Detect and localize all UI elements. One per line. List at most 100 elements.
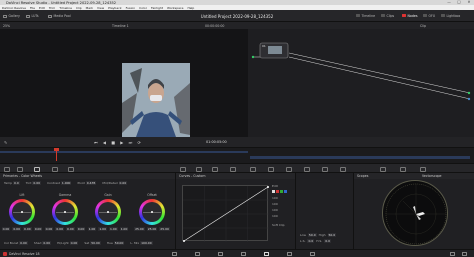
home-icon[interactable]	[450, 252, 455, 256]
menu-item[interactable]: Trim	[49, 6, 55, 10]
curve-graph[interactable]	[182, 185, 269, 242]
rgb-mixer-icon[interactable]	[52, 166, 58, 172]
menu-item[interactable]: Workspace	[167, 6, 183, 10]
param-value[interactable]: 0.435	[85, 181, 97, 185]
param-bottom-params[interactable]: L. Mix 100.00	[130, 241, 153, 245]
high-value[interactable]: 50.0	[327, 233, 337, 237]
menu-item[interactable]: File	[30, 6, 35, 10]
curve-val-1[interactable]: 100	[272, 196, 292, 200]
curve-val-2[interactable]: 100	[272, 202, 292, 206]
menu-item[interactable]: Timeline	[59, 6, 72, 10]
menu-item[interactable]: Edit	[39, 6, 45, 10]
param-value[interactable]: 50.00	[90, 241, 101, 245]
param-value[interactable]: 0.00	[69, 241, 79, 245]
camera-raw-icon[interactable]	[4, 166, 10, 172]
param-top-params[interactable]: Pivot 0.435	[77, 181, 97, 185]
qualifier-icon[interactable]	[212, 166, 218, 172]
ls-value[interactable]: 0.0	[307, 239, 315, 243]
menu-item[interactable]: Mark	[86, 6, 93, 10]
clips-toggle[interactable]: Clips	[381, 14, 394, 18]
gallery-toggle[interactable]: Gallery	[3, 14, 20, 18]
param-bottom-params[interactable]: Shad 0.00	[34, 241, 52, 245]
hs-value[interactable]: 0.0	[324, 239, 332, 243]
timeline-toggle[interactable]: Timeline	[356, 14, 375, 18]
menu-item[interactable]: Clip	[76, 6, 82, 10]
scopes-icon[interactable]	[400, 166, 406, 172]
color-match-icon[interactable]	[17, 166, 23, 172]
wheel-offset[interactable]: Offset 25.00 25.00 25.00	[132, 193, 172, 231]
curve-val-3[interactable]: 100	[272, 208, 292, 212]
menu-item[interactable]: View	[97, 6, 104, 10]
param-top-params[interactable]: Mid/Detail 0.00	[102, 181, 128, 185]
settings-icon[interactable]	[462, 252, 467, 256]
cut-page-icon[interactable]	[195, 252, 200, 256]
param-bottom-params[interactable]: Hi/Light 0.00	[57, 241, 79, 245]
param-value[interactable]: 0.00	[42, 241, 52, 245]
sizing-icon[interactable]	[322, 166, 328, 172]
curves-icon[interactable]	[180, 166, 186, 172]
ofx-toggle[interactable]: OFX	[423, 14, 435, 18]
param-top-params[interactable]: Tint 0.00	[26, 181, 42, 185]
gain-wheel-ring[interactable]	[95, 199, 121, 225]
gamma-wheel-ring[interactable]	[52, 199, 78, 225]
param-value[interactable]: 0.00	[118, 181, 128, 185]
param-value[interactable]: 100.00	[140, 241, 153, 245]
media-pool-toggle[interactable]: Media Pool	[48, 14, 71, 18]
edit-page-icon[interactable]	[218, 252, 223, 256]
menu-item[interactable]: Fusion	[126, 6, 136, 10]
magic-mask-icon[interactable]	[268, 166, 274, 172]
param-bottom-params[interactable]: Col Boost 0.00	[4, 241, 28, 245]
zoom-level[interactable]: 25%	[3, 24, 10, 28]
node-editor[interactable]: 01	[248, 29, 474, 137]
menu-item[interactable]: Color	[139, 6, 147, 10]
param-top-params[interactable]: Contrast 1.000	[47, 181, 72, 185]
info-icon[interactable]	[420, 166, 426, 172]
param-value[interactable]: 1.000	[60, 181, 72, 185]
tracker-icon[interactable]	[250, 166, 256, 172]
deliver-page-icon[interactable]	[310, 252, 315, 256]
playhead-handle[interactable]	[54, 148, 59, 151]
motion-effects-icon[interactable]	[68, 166, 74, 172]
lightbox-toggle[interactable]: Lightbox	[441, 14, 460, 18]
fusion-page-icon[interactable]	[241, 252, 246, 256]
node-mode-dropdown[interactable]: Clip	[420, 24, 426, 28]
offset-wheel-ring[interactable]	[139, 199, 165, 225]
curve-val-4[interactable]: 100	[272, 214, 292, 218]
color-page-icon[interactable]	[264, 252, 269, 256]
param-bottom-params[interactable]: Hue 50.00	[107, 241, 125, 245]
media-page-icon[interactable]	[172, 252, 177, 256]
curve-channel-toggles[interactable]	[272, 190, 292, 193]
mini-timeline[interactable]	[0, 147, 474, 163]
param-bottom-params[interactable]: Sat 50.00	[84, 241, 101, 245]
wheel-gain[interactable]: Gain 1.00 1.00 1.00 1.00	[87, 193, 129, 231]
nodes-toggle[interactable]: Nodes	[402, 14, 417, 18]
wheel-gamma[interactable]: Gamma 0.00 0.00 0.00 0.00	[44, 193, 86, 231]
pen-tool-icon[interactable]: ✎	[4, 140, 7, 145]
3d-icon[interactable]	[340, 166, 346, 172]
blur-icon[interactable]	[286, 166, 292, 172]
param-value[interactable]: 0.00	[32, 181, 42, 185]
timeline-name[interactable]: Timeline 1	[112, 24, 129, 28]
menu-item[interactable]: Fairlight	[151, 6, 163, 10]
menu-item[interactable]: DaVinci Resolve	[2, 6, 26, 10]
lift-wheel-ring[interactable]	[9, 199, 35, 225]
window-icon[interactable]	[230, 166, 236, 172]
menu-item[interactable]: Help	[187, 6, 194, 10]
key-icon[interactable]	[304, 166, 310, 172]
param-top-params[interactable]: Temp 0.0	[4, 181, 20, 185]
luts-toggle[interactable]: LUTs	[26, 14, 39, 18]
scope-mode-dropdown[interactable]: Vectorscope	[422, 174, 442, 178]
color-wheels-icon[interactable]	[34, 166, 40, 172]
param-value[interactable]: 0.00	[19, 241, 28, 245]
color-warper-icon[interactable]	[196, 166, 202, 172]
param-label: Contrast	[47, 181, 60, 185]
param-value[interactable]: 0.0	[12, 181, 20, 185]
wheel-lift[interactable]: Lift 0.00 0.00 0.00 0.00	[1, 193, 43, 231]
fairlight-page-icon[interactable]	[287, 252, 292, 256]
keyframes-icon[interactable]	[380, 166, 386, 172]
playback-controls[interactable]: ⏮ ◀ ■ ▶ ⏭ ⟳	[94, 140, 143, 145]
low-value[interactable]: 50.0	[307, 233, 317, 237]
menu-item[interactable]: Playback	[108, 6, 121, 10]
param-value[interactable]: 50.00	[113, 241, 125, 245]
timeline-icon	[356, 14, 360, 17]
